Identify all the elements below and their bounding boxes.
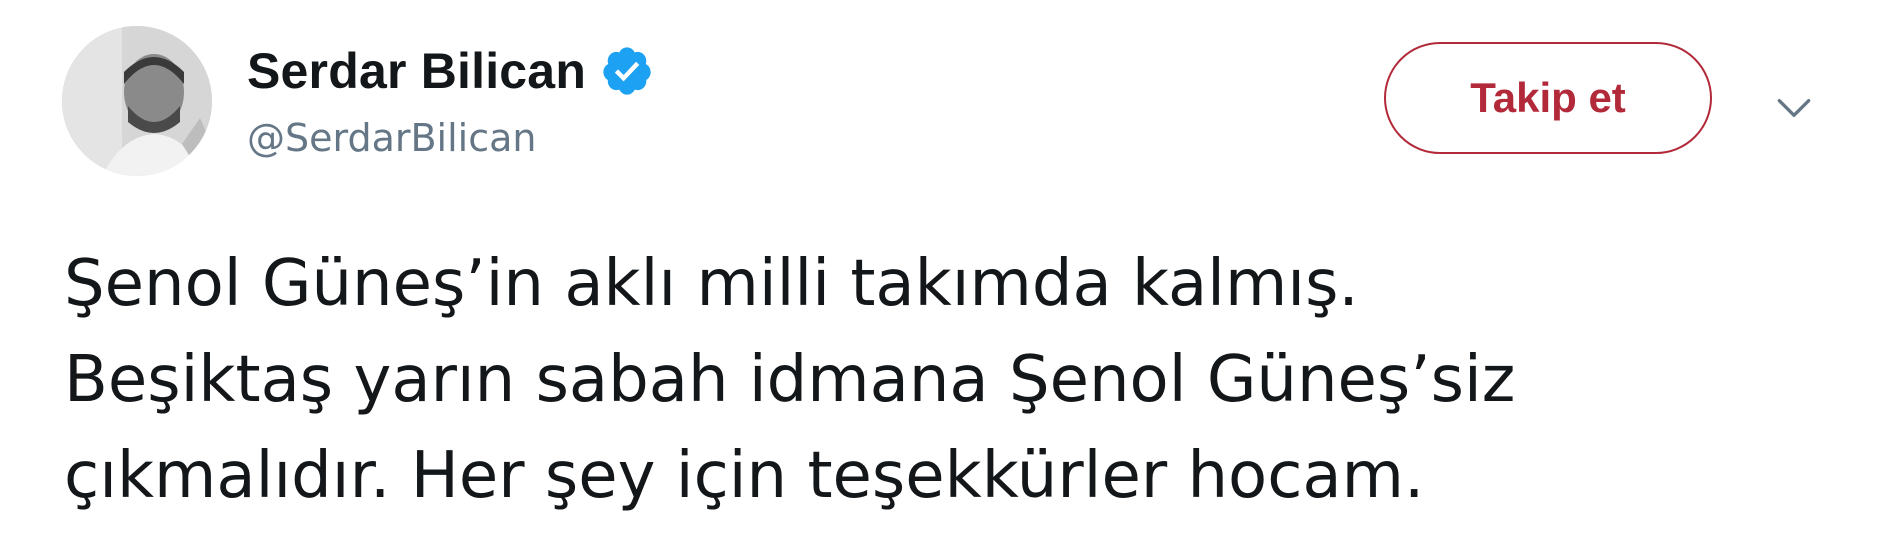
author-handle[interactable]: @SerdarBilican	[247, 116, 537, 160]
author-name-row: Serdar Bilican	[247, 36, 654, 106]
tweet-menu-button[interactable]	[1772, 86, 1816, 130]
tweet-text-line: çıkmalıdır. Her şey için teşekkürler hoc…	[64, 439, 1425, 513]
tweet-card: Serdar Bilican @SerdarBilican Takip et Ş…	[0, 0, 1893, 555]
follow-button[interactable]: Takip et	[1384, 42, 1712, 154]
tweet-text: Şenol Güneş’in aklı milli takımda kalmış…	[64, 236, 1854, 524]
chevron-down-icon	[1777, 99, 1811, 117]
tweet-text-line: Şenol Güneş’in aklı milli takımda kalmış…	[64, 247, 1359, 321]
author-display-name[interactable]: Serdar Bilican	[247, 42, 586, 100]
verified-badge-icon	[600, 44, 654, 98]
avatar-photo	[62, 26, 212, 176]
tweet-text-line: Beşiktaş yarın sabah idmana Şenol Güneş’…	[64, 343, 1516, 417]
avatar[interactable]	[62, 26, 212, 176]
